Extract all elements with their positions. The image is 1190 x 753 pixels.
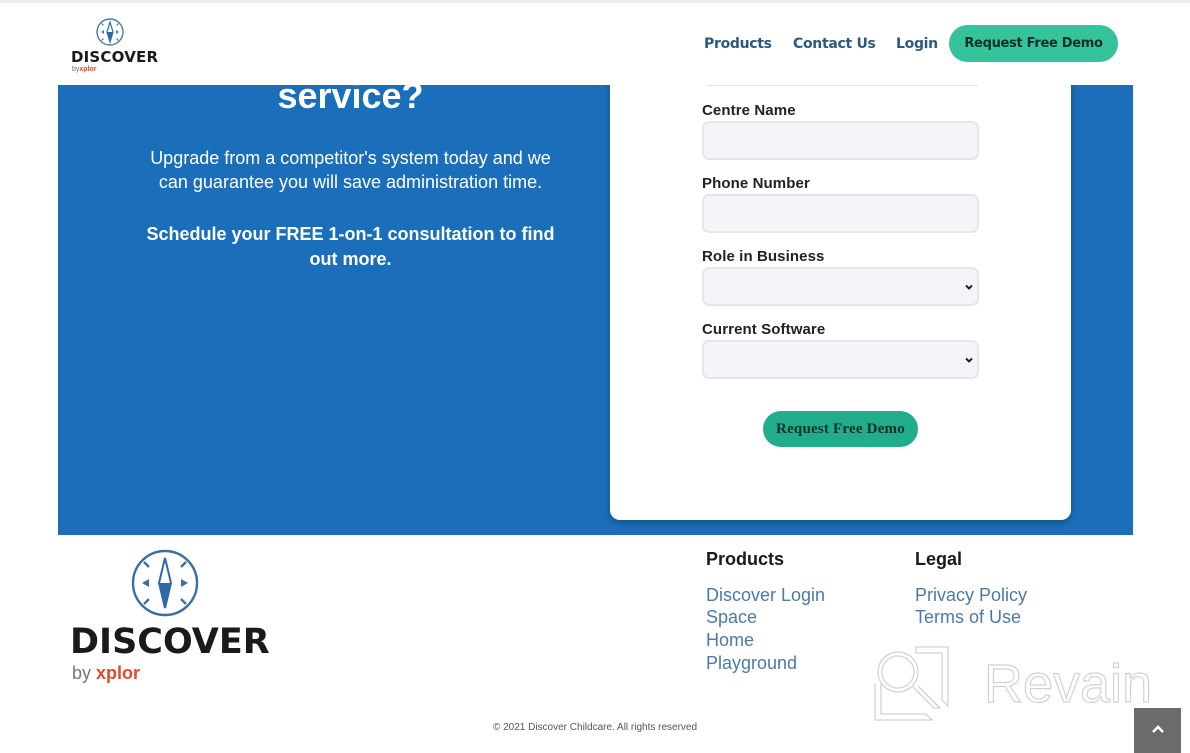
role-in-business-label: Role in Business: [702, 248, 825, 265]
footer-legal-heading: Legal: [915, 549, 963, 569]
site-header: DISCOVER byxplor Products Contact Us Log…: [0, 0, 1190, 85]
header-logo[interactable]: DISCOVER byxplor: [71, 17, 158, 79]
chevron-up-icon: [1151, 725, 1164, 733]
header-logo-byline: byxplor: [72, 66, 97, 73]
header-logo-wordmark: DISCOVER: [71, 48, 159, 66]
byline-brand: xplor: [96, 663, 141, 683]
revain-logo-icon: [874, 646, 949, 721]
centre-name-input[interactable]: [702, 121, 979, 160]
current-software-select[interactable]: [702, 340, 979, 379]
revain-text: Revain: [984, 656, 1152, 714]
compass-icon: [131, 549, 199, 617]
nav-contact-us[interactable]: Contact Us: [793, 36, 876, 52]
nav-login[interactable]: Login: [896, 36, 938, 52]
hero-cta-text: Schedule your FREE 1-on-1 consultation t…: [146, 224, 555, 269]
request-demo-submit-button[interactable]: Request Free Demo: [763, 411, 918, 447]
revain-wordmark: Revain: [983, 656, 1152, 715]
phone-number-input[interactable]: [702, 194, 979, 233]
footer-link-space[interactable]: Space: [706, 606, 757, 628]
back-to-top-button[interactable]: [1134, 708, 1181, 753]
revain-watermark: Revain: [872, 644, 1172, 724]
role-in-business-select[interactable]: [702, 267, 979, 306]
compass-icon: [96, 18, 124, 46]
footer-link-playground[interactable]: Playground: [706, 652, 797, 674]
footer-logo[interactable]: DISCOVER by xplor: [70, 548, 270, 688]
footer-link-privacy-policy[interactable]: Privacy Policy: [915, 584, 1027, 606]
footer-products-heading: Products: [706, 549, 785, 569]
demo-form-card: Centre Name Phone Number Role in Busines…: [610, 40, 1071, 520]
footer-link-terms-of-use[interactable]: Terms of Use: [915, 606, 1021, 628]
phone-number-label: Phone Number: [702, 175, 810, 192]
byline-brand: xplor: [79, 66, 97, 73]
nav-products[interactable]: Products: [704, 36, 772, 52]
byline-by: by: [72, 663, 92, 683]
hero-paragraph: Upgrade from a competitor's system today…: [150, 148, 551, 192]
header-request-demo-button[interactable]: Request Free Demo: [949, 25, 1118, 62]
footer-logo-byline: by xplor: [72, 663, 140, 684]
footer-link-discover-login[interactable]: Discover Login: [706, 584, 825, 606]
centre-name-label: Centre Name: [702, 102, 796, 119]
copyright-text: © 2021 Discover Childcare. All rights re…: [492, 722, 698, 733]
current-software-label: Current Software: [702, 321, 826, 338]
footer-logo-wordmark: DISCOVER: [70, 622, 270, 662]
footer-link-home[interactable]: Home: [706, 629, 754, 651]
